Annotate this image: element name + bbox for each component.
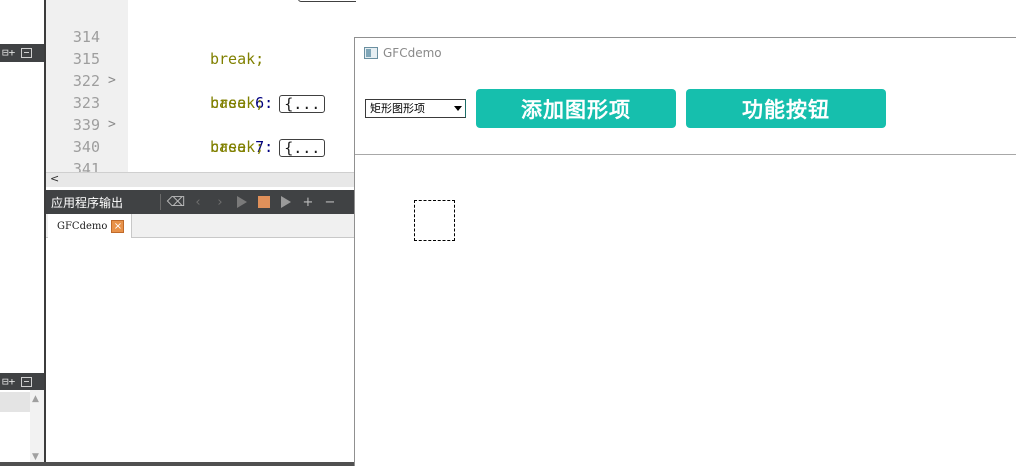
tab-label: GFCdemo: [57, 220, 108, 232]
tab-gfcdemo[interactable]: GFCdemo ×: [48, 214, 132, 238]
panel-toolbar-top: ⊟+: [0, 44, 45, 62]
output-toolbar: 应用程序输出 ⌫ ‹ › + −: [46, 190, 356, 214]
window-title: GFCdemo: [383, 46, 442, 60]
code-line: 314 break;: [46, 4, 356, 68]
app-window-icon: [364, 47, 378, 59]
close-panel-icon[interactable]: [21, 377, 33, 387]
clear-output-icon[interactable]: ⌫: [165, 190, 187, 214]
shape-type-dropdown[interactable]: 矩形图形项: [365, 99, 466, 118]
control-panel: 矩形图形项 添加图形项 功能按钮: [355, 68, 1016, 154]
code-line: 341 }: [46, 136, 356, 172]
stop-icon[interactable]: [253, 190, 275, 214]
scroll-up-icon[interactable]: ▲: [32, 394, 39, 404]
scroll-left-icon[interactable]: <: [50, 172, 59, 185]
add-shape-button[interactable]: 添加图形项: [476, 89, 676, 128]
close-tab-icon[interactable]: ×: [111, 219, 125, 233]
previous-icon[interactable]: ‹: [187, 190, 209, 214]
output-content: [46, 238, 356, 462]
horizontal-scrollbar[interactable]: <: [46, 172, 356, 187]
code-line: 323 > case 7: {...: [46, 70, 356, 157]
remove-icon[interactable]: −: [319, 190, 341, 214]
split-panel-icon[interactable]: ⊟+: [2, 373, 15, 391]
split-panel-icon[interactable]: ⊟+: [2, 44, 15, 62]
status-bar: [0, 462, 356, 466]
folded-block[interactable]: [298, 0, 356, 2]
gfcdemo-window: GFCdemo 矩形图形项 添加图形项 功能按钮: [354, 37, 1016, 466]
panel-toolbar-bottom: ⊟+: [0, 373, 45, 391]
dropdown-arrow-icon[interactable]: [451, 100, 465, 117]
code-line: 342 }: [46, 158, 356, 172]
code-editor[interactable]: 314 break; 315 > case 6: {... 322 break; …: [46, 0, 356, 172]
output-tab-bar: GFCdemo ×: [46, 214, 356, 238]
code-line: 315 > case 6: {...: [46, 26, 356, 113]
debug-run-icon[interactable]: [275, 190, 297, 214]
vertical-scrollbar[interactable]: ▲ ▼: [30, 390, 44, 466]
rectangle-shape-item[interactable]: [414, 200, 455, 241]
list-item-selected[interactable]: [0, 392, 30, 412]
dropdown-value: 矩形图形项: [370, 102, 425, 115]
panel-list: ▲ ▼: [0, 390, 44, 466]
window-titlebar[interactable]: GFCdemo: [355, 38, 1016, 68]
function-button[interactable]: 功能按钮: [686, 89, 886, 128]
output-pane-title: 应用程序输出: [51, 195, 124, 210]
add-icon[interactable]: +: [297, 190, 319, 214]
toolbar-separator: [160, 194, 161, 210]
graphics-canvas[interactable]: [355, 155, 1016, 466]
code-line: 339 break;: [46, 92, 356, 156]
next-icon[interactable]: ›: [209, 190, 231, 214]
code-line: 340: [46, 114, 356, 156]
ide-left-panel: ⊟+ ⊟+ ▲ ▼: [0, 0, 45, 466]
code-line: 322 break;: [46, 48, 356, 112]
close-panel-icon[interactable]: [21, 48, 33, 58]
scroll-down-icon[interactable]: ▼: [32, 452, 39, 462]
run-icon[interactable]: [231, 190, 253, 214]
